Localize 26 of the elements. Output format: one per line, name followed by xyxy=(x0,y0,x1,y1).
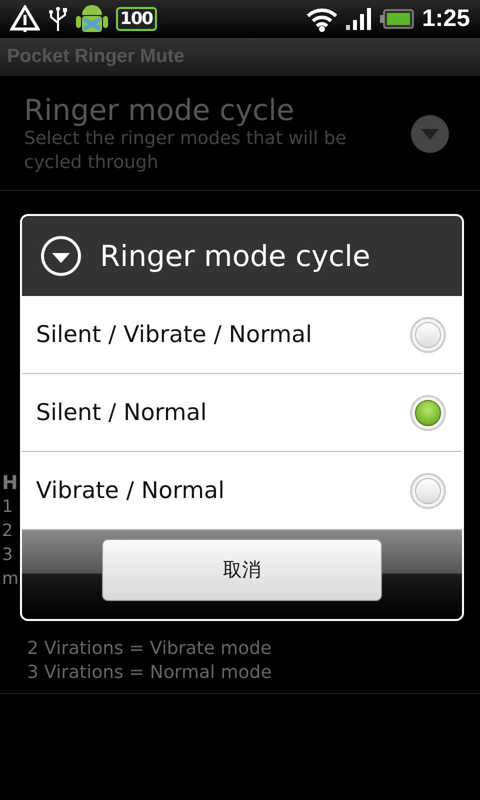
help-text-fragment: 1 xyxy=(2,496,12,519)
help-text-line: 3 Virations = Normal mode xyxy=(27,661,272,685)
preference-title: Ringer mode cycle xyxy=(24,93,294,127)
option-label: Silent / Normal xyxy=(36,400,208,426)
usb-icon xyxy=(48,5,68,33)
help-text-fragment: 3 xyxy=(2,544,12,567)
help-text-line: 2 Virations = Vibrate mode xyxy=(27,637,272,661)
radio-button[interactable] xyxy=(410,472,446,508)
option-label: Vibrate / Normal xyxy=(36,478,226,504)
dialog-title: Ringer mode cycle xyxy=(100,239,370,273)
help-text-fragment: H xyxy=(2,471,17,495)
dropdown-icon xyxy=(40,235,82,277)
radio-button[interactable] xyxy=(410,316,446,352)
wifi-icon xyxy=(306,6,338,32)
battery-icon xyxy=(380,9,414,29)
dropdown-icon[interactable] xyxy=(410,114,450,154)
help-text-fragment: 2 xyxy=(2,520,12,543)
radio-button[interactable] xyxy=(410,394,446,430)
preference-summary: Select the ringer modes that will be cycled through xyxy=(24,127,348,175)
battery-level-badge: 100 xyxy=(116,7,156,31)
warning-icon xyxy=(10,5,40,33)
signal-icon xyxy=(346,8,372,30)
cancel-button[interactable]: 取消 xyxy=(102,539,382,601)
option-label: Silent / Vibrate / Normal xyxy=(36,322,314,348)
help-text-fragment: m xyxy=(2,568,18,591)
clock-time: 1:25 xyxy=(422,5,470,33)
